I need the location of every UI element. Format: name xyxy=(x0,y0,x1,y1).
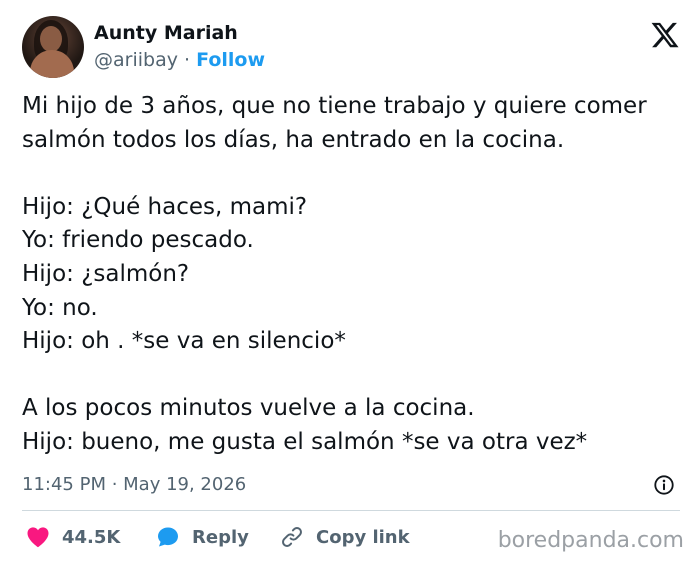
tweet-line: Hijo: bueno, me gusta el salmón *se va o… xyxy=(22,428,588,455)
tweet-line: Hijo: ¿salmón? xyxy=(22,260,190,287)
watermark: boredpanda.com xyxy=(497,528,684,553)
tweet-line: Mi hijo de 3 años, que no tiene trabajo … xyxy=(22,93,647,119)
follow-button[interactable]: Follow xyxy=(196,49,265,71)
handle-separator: · xyxy=(184,49,191,71)
like-button[interactable]: 44.5K xyxy=(26,524,120,550)
avatar[interactable] xyxy=(22,16,84,78)
author-handle-line: @ariibay · Follow xyxy=(94,49,265,71)
like-count: 44.5K xyxy=(62,526,121,548)
tweet-line: Yo: no. xyxy=(22,294,98,321)
tweet-line xyxy=(22,359,682,393)
tweet-line: Yo: friendo pescado. xyxy=(22,227,254,254)
x-logo-icon[interactable] xyxy=(650,20,680,50)
tweet-line: A los pocos minutos vuelve a la cocina. xyxy=(22,395,475,422)
tweet-line: salmón todos los días, ha entrado en la … xyxy=(22,126,565,153)
info-icon[interactable] xyxy=(653,474,675,496)
tweet-timestamp[interactable]: 11:45 PM · May 19, 2026 xyxy=(22,474,246,495)
reply-button[interactable]: Reply xyxy=(156,524,249,550)
tweet-line: Hijo: oh . *se va en silencio* xyxy=(22,328,346,355)
author-handle[interactable]: @ariibay xyxy=(94,49,178,71)
copy-link-button[interactable]: Copy link xyxy=(280,524,410,550)
heart-icon xyxy=(27,527,49,548)
copy-link-label: Copy link xyxy=(316,526,410,548)
speech-bubble-icon xyxy=(158,527,178,547)
tweet-body: Mi hijo de 3 años, que no tiene trabajo … xyxy=(22,90,682,460)
avatar-face xyxy=(40,26,62,52)
author-name[interactable]: Aunty Mariah xyxy=(94,22,238,44)
reply-label: Reply xyxy=(192,526,249,548)
tweet-line: Hijo: ¿Qué haces, mami? xyxy=(22,193,308,220)
tweet-line xyxy=(22,157,682,191)
link-icon xyxy=(282,527,302,547)
tweet-header: Aunty Mariah @ariibay · Follow xyxy=(22,16,682,78)
divider xyxy=(22,510,680,511)
